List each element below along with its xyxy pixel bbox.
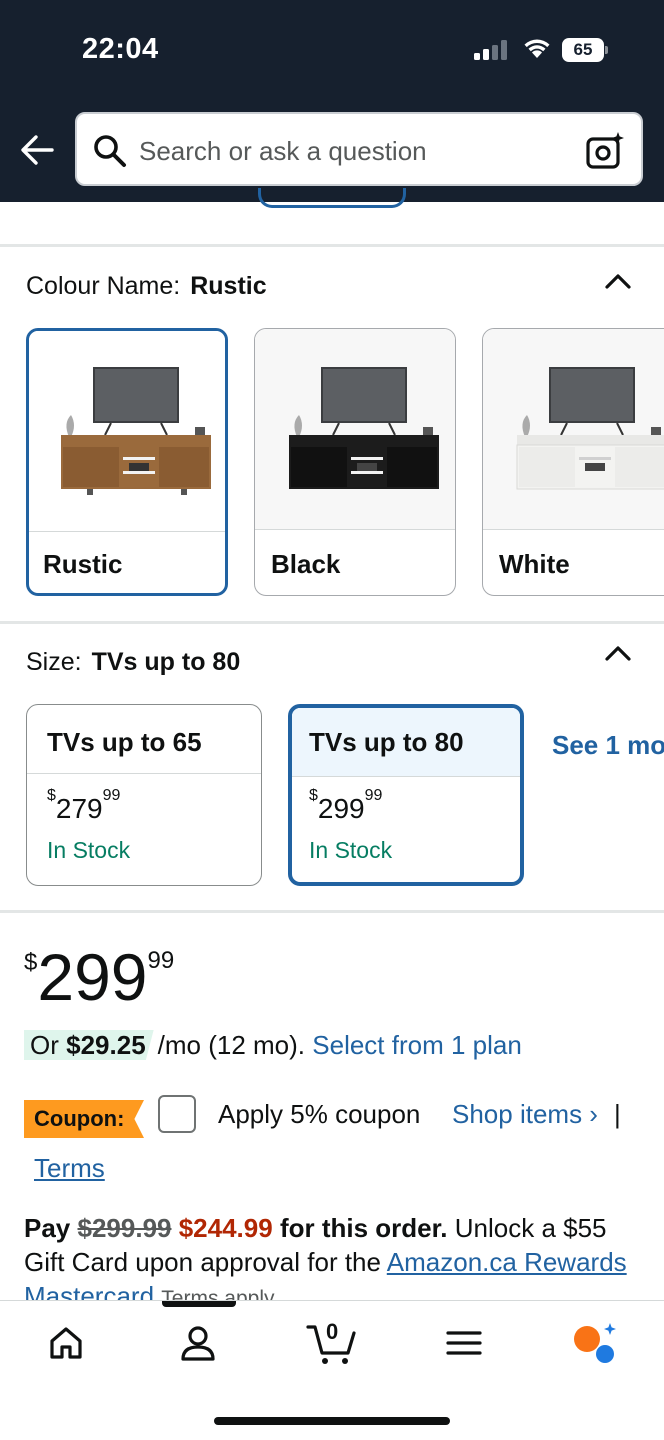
wifi-icon bbox=[524, 39, 550, 58]
home-indicator bbox=[214, 1417, 450, 1425]
active-tab-indicator bbox=[162, 1301, 236, 1307]
size-label: Size: bbox=[26, 648, 82, 676]
section-divider bbox=[0, 910, 664, 913]
cart-button[interactable]: 0 bbox=[306, 1315, 358, 1367]
account-icon[interactable] bbox=[178, 1323, 218, 1363]
coupon-checkbox[interactable] bbox=[158, 1095, 196, 1133]
coupon-badge: Coupon: bbox=[24, 1100, 144, 1138]
cart-count: 0 bbox=[326, 1319, 339, 1344]
cellular-signal-icon bbox=[474, 40, 507, 60]
back-arrow-icon[interactable] bbox=[18, 132, 58, 168]
colour-option-label: Black bbox=[271, 549, 341, 579]
status-time: 22:04 bbox=[82, 33, 159, 65]
colour-option-label: Rustic bbox=[43, 549, 123, 579]
rufus-assistant-icon[interactable] bbox=[572, 1321, 618, 1367]
bottom-navigation: 0 bbox=[0, 1300, 664, 1440]
section-divider bbox=[0, 621, 664, 624]
coupon-text: Apply 5% coupon bbox=[218, 1099, 421, 1129]
see-more-options-link[interactable]: See 1 more featured unavailable options bbox=[552, 728, 664, 762]
colour-option-black[interactable]: Black bbox=[254, 328, 456, 596]
colour-label: Colour Name: bbox=[26, 272, 181, 300]
tv-stand-image-black bbox=[255, 329, 455, 529]
product-price: $29999 bbox=[24, 940, 175, 1014]
size-option-price: $27999 bbox=[47, 787, 121, 824]
colour-heading: Colour Name: Rustic bbox=[26, 272, 267, 301]
battery-level: 65 bbox=[562, 38, 604, 62]
search-icon bbox=[94, 135, 126, 167]
battery-icon: 65 bbox=[562, 38, 608, 62]
size-heading: Size: TVs up to 80 bbox=[26, 648, 240, 677]
scroll-remnant-button bbox=[258, 188, 406, 208]
coupon-terms-link[interactable]: Terms bbox=[34, 1153, 105, 1184]
camera-search-icon[interactable] bbox=[585, 130, 627, 172]
size-option-title: TVs up to 65 bbox=[47, 727, 202, 757]
coupon-separator: | bbox=[614, 1099, 621, 1129]
search-input[interactable] bbox=[139, 134, 569, 168]
app-header: 22:04 65 bbox=[0, 0, 664, 202]
tv-stand-image-white bbox=[483, 329, 664, 529]
colour-selected-value: Rustic bbox=[190, 272, 267, 300]
size-option-stock: In Stock bbox=[309, 837, 393, 863]
shop-items-link[interactable]: Shop items › bbox=[452, 1099, 598, 1130]
chevron-up-icon[interactable] bbox=[604, 272, 632, 290]
see-more-options-clip: See 1 more featured unavailable options bbox=[552, 728, 664, 868]
installment-plan-row: Or $29.25/mo (12 mo). Select from 1 plan bbox=[24, 1030, 522, 1061]
section-divider bbox=[0, 244, 664, 247]
menu-icon[interactable] bbox=[444, 1323, 484, 1363]
chevron-up-icon[interactable] bbox=[604, 644, 632, 662]
colour-option-white[interactable]: White bbox=[482, 328, 664, 596]
search-bar[interactable] bbox=[75, 112, 643, 186]
colour-option-rustic[interactable]: Rustic bbox=[26, 328, 228, 596]
installment-highlight: Or $29.25 bbox=[24, 1030, 154, 1060]
tv-stand-image-rustic bbox=[29, 331, 225, 531]
select-plan-link[interactable]: Select from 1 plan bbox=[312, 1030, 522, 1060]
size-option-price: $29999 bbox=[309, 787, 383, 824]
home-icon[interactable] bbox=[46, 1323, 86, 1363]
card-promo-text: Pay $299.99 $244.99 for this order. Unlo… bbox=[24, 1211, 654, 1301]
size-selected-value: TVs up to 80 bbox=[91, 648, 241, 676]
size-option-65[interactable]: TVs up to 65 $27999 In Stock bbox=[26, 704, 262, 886]
colour-option-label: White bbox=[499, 549, 570, 579]
size-option-80[interactable]: TVs up to 80 $29999 In Stock bbox=[288, 704, 524, 886]
size-option-stock: In Stock bbox=[47, 837, 131, 863]
size-option-title: TVs up to 80 bbox=[309, 727, 464, 757]
